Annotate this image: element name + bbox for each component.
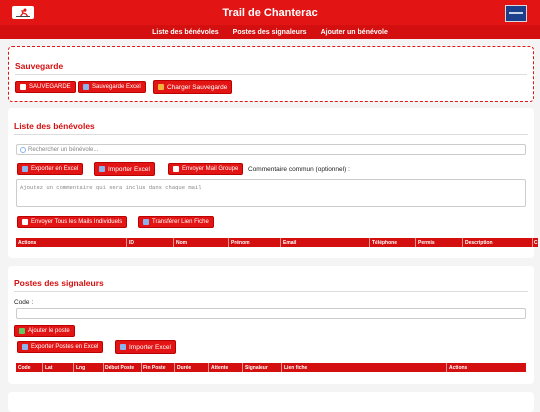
postes-section: Postes des signaleurs Code : Ajouter le … xyxy=(8,266,534,384)
column-prenom[interactable]: Prénom xyxy=(231,240,250,246)
postes-table-header: Code Lat Lng Début Poste Fin Poste Durée… xyxy=(16,363,526,372)
code-label: Code : xyxy=(14,299,34,306)
column-lien-fiche[interactable]: Lien fiche xyxy=(284,365,307,371)
comment-label: Commentaire commun (optionnel) : xyxy=(248,166,350,173)
sauvegarde-excel-button[interactable]: Sauvegarde Excel xyxy=(78,81,146,93)
column-c[interactable]: C xyxy=(534,240,538,246)
send-all-mails-button[interactable]: Envoyer Tous les Mails Individuels xyxy=(17,216,128,228)
export-postes-button[interactable]: Exporter Postes en Excel xyxy=(17,341,104,353)
transfer-icon xyxy=(143,219,149,225)
benevoles-table-header: Actions ID Nom Prénom Email Téléphone Pe… xyxy=(16,238,538,247)
column-lat[interactable]: Lat xyxy=(45,365,53,371)
column-duree[interactable]: Durée xyxy=(177,365,191,371)
folder-icon xyxy=(158,84,164,90)
column-actions[interactable]: Actions xyxy=(18,240,36,246)
column-lng[interactable]: Lng xyxy=(76,365,85,371)
charger-sauvegarde-button[interactable]: Charger Sauvegarde xyxy=(153,80,233,94)
header-bar: Trail de Chanterac xyxy=(0,0,540,25)
download-icon xyxy=(83,84,89,90)
postes-title: Postes des signaleurs xyxy=(14,278,104,288)
mail-icon xyxy=(22,219,28,225)
comment-textarea[interactable]: Ajoutez un commentaire qui sera inclus d… xyxy=(16,179,526,207)
download-icon xyxy=(22,166,28,172)
column-telephone[interactable]: Téléphone xyxy=(372,240,397,246)
search-input[interactable]: Rechercher un bénévole... xyxy=(16,144,526,155)
column-nom[interactable]: Nom xyxy=(176,240,187,246)
column-email[interactable]: Email xyxy=(283,240,296,246)
import-postes-button[interactable]: Importer Excel xyxy=(115,340,176,354)
divider xyxy=(14,134,528,135)
add-poste-button[interactable]: Ajouter le poste xyxy=(14,325,75,337)
nav-ajouter-benevole[interactable]: Ajouter un bénévole xyxy=(321,29,388,36)
column-fin-poste[interactable]: Fin Poste xyxy=(143,365,166,371)
divider xyxy=(14,291,528,292)
sauvegarde-title: Sauvegarde xyxy=(15,61,64,71)
export-excel-button[interactable]: Exporter en Excel xyxy=(17,163,84,175)
column-id[interactable]: ID xyxy=(129,240,134,246)
divider xyxy=(15,74,527,75)
transfer-link-button[interactable]: Transférer Lien Fiche xyxy=(138,216,214,228)
column-code[interactable]: Code xyxy=(18,365,31,371)
nav-liste-benevoles[interactable]: Liste des bénévoles xyxy=(152,29,219,36)
download-icon xyxy=(22,344,28,350)
sauvegarde-button[interactable]: SAUVEGARDE xyxy=(15,81,76,93)
column-debut-poste[interactable]: Début Poste xyxy=(105,365,134,371)
mail-group-button[interactable]: Envoyer Mail Groupe xyxy=(168,163,244,175)
search-icon xyxy=(20,146,26,153)
column-attente[interactable]: Attente xyxy=(211,365,228,371)
upload-icon xyxy=(120,344,126,350)
benevoles-section: Liste des bénévoles Rechercher un bénévo… xyxy=(8,108,538,258)
code-input[interactable] xyxy=(16,308,526,319)
sauvegarde-section: Sauvegarde SAUVEGARDE Sauvegarde Excel C… xyxy=(8,46,534,102)
upload-icon xyxy=(99,166,105,172)
column-permis[interactable]: Permis xyxy=(418,240,435,246)
app-title: Trail de Chanterac xyxy=(222,7,318,19)
column-actions[interactable]: Actions xyxy=(449,365,467,371)
benevoles-title: Liste des bénévoles xyxy=(14,121,95,131)
column-description[interactable]: Description xyxy=(465,240,493,246)
save-icon xyxy=(20,84,26,90)
partner-logo-icon xyxy=(505,5,527,22)
nav-postes-signaleurs[interactable]: Postes des signaleurs xyxy=(233,29,307,36)
plus-icon xyxy=(19,328,25,334)
next-section xyxy=(8,392,534,412)
column-signaleur[interactable]: Signaleur xyxy=(245,365,268,371)
mail-icon xyxy=(173,166,179,172)
main-nav: Liste des bénévoles Postes des signaleur… xyxy=(0,25,540,39)
import-excel-button[interactable]: Importer Excel xyxy=(94,162,155,176)
